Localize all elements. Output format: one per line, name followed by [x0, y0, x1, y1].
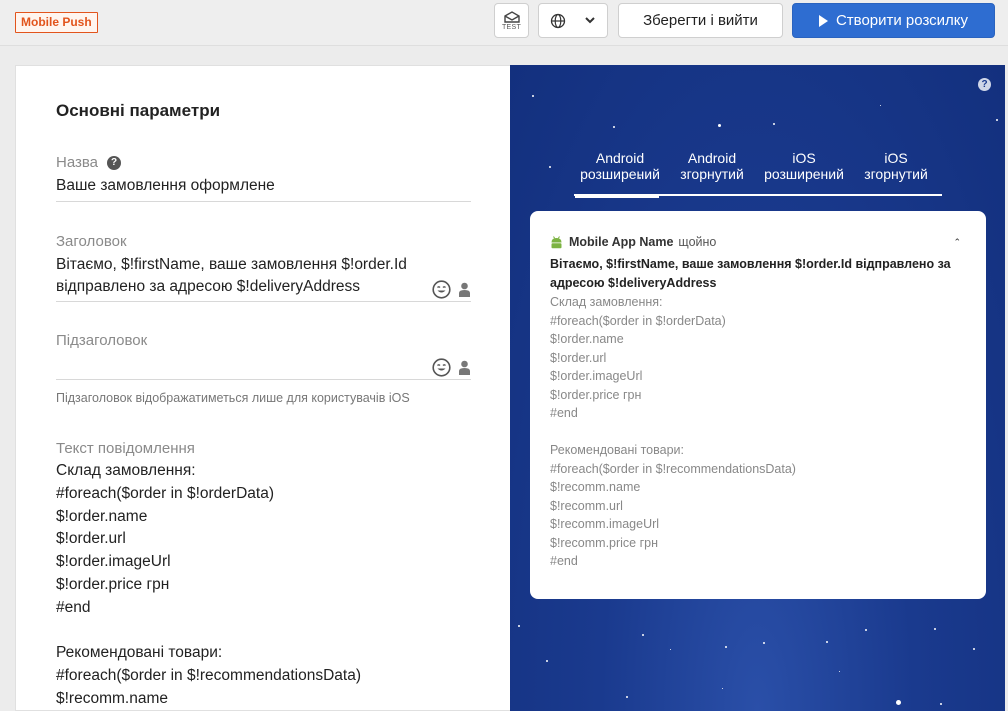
tab-label-line1: iOS — [792, 150, 816, 166]
notification-title: Вітаємо, $!firstName, ваше замовлення $!… — [550, 257, 951, 290]
name-underline — [56, 201, 471, 202]
help-icon[interactable]: ? — [978, 78, 991, 91]
star — [773, 123, 775, 125]
subtitle-label: Підзаголовок — [56, 332, 148, 349]
notification-preview-card: Mobile App Name щойно ⌃ Вітаємо, $!first… — [530, 211, 986, 599]
tab-android-collapsed[interactable]: Android згорнутий — [666, 150, 758, 194]
star — [549, 166, 551, 168]
notification-body: Склад замовлення: #foreach($order in $!o… — [550, 295, 796, 568]
tab-label-line1: iOS — [884, 150, 908, 166]
star — [642, 634, 644, 636]
subtitle-input-underline[interactable] — [56, 379, 471, 380]
star — [896, 700, 901, 705]
title-field-icons — [432, 280, 470, 299]
star — [546, 660, 548, 662]
star — [532, 95, 534, 97]
star — [826, 641, 828, 643]
collapse-icon[interactable]: ⌃ — [953, 237, 961, 248]
play-icon — [818, 14, 828, 27]
star — [626, 696, 628, 698]
star — [670, 649, 671, 650]
star — [996, 119, 998, 121]
star — [973, 648, 975, 650]
emoji-icon[interactable] — [432, 358, 451, 377]
top-toolbar: Mobile Push TEST Зберегти і вийти Створи… — [0, 0, 1008, 46]
title-line-2: відправлено за адресою $!deliveryAddress — [56, 278, 360, 295]
subtitle-hint: Підзаголовок відображатиметься лише для … — [56, 391, 410, 405]
personalization-icon[interactable] — [459, 282, 470, 297]
channel-badge: Mobile Push — [15, 12, 98, 33]
tab-label-line2: згорнутий — [864, 166, 928, 182]
name-input[interactable]: Ваше замовлення оформлене — [56, 175, 275, 197]
preview-panel: ? Android розширений Android згорнутий i… — [510, 65, 1005, 711]
tab-label-line2: згорнутий — [680, 166, 744, 182]
star — [839, 671, 840, 672]
android-icon — [551, 235, 562, 248]
tab-ios-expanded[interactable]: iOS розширений — [758, 150, 850, 194]
star — [722, 688, 723, 689]
envelope-icon — [503, 10, 520, 23]
personalization-icon[interactable] — [459, 360, 470, 375]
language-select[interactable] — [538, 3, 608, 38]
notification-time: щойно — [678, 235, 717, 249]
tab-ios-collapsed[interactable]: iOS згорнутий — [850, 150, 942, 194]
title-input[interactable]: Вітаємо, $!firstName, ваше замовлення $!… — [56, 254, 407, 298]
star — [518, 625, 520, 627]
app-name: Mobile App Name — [569, 235, 674, 249]
star — [865, 629, 867, 631]
test-label: TEST — [501, 23, 522, 31]
name-label-text: Назва — [56, 154, 99, 171]
settings-panel: Основні параметри Назва ? Ваше замовленн… — [15, 65, 510, 711]
name-label: Назва ? — [56, 154, 122, 171]
star — [880, 105, 881, 106]
create-campaign-label: Створити розсилку — [835, 12, 969, 29]
message-textarea[interactable]: Склад замовлення: #foreach($order in $!o… — [56, 460, 361, 711]
tab-android-expanded[interactable]: Android розширений — [574, 150, 666, 198]
tab-label-line2: розширений — [580, 166, 660, 182]
save-and-exit-button[interactable]: Зберегти і вийти — [618, 3, 783, 38]
star — [934, 628, 936, 630]
tab-label-line1: Android — [595, 150, 645, 166]
title-label: Заголовок — [56, 233, 127, 250]
star — [763, 642, 765, 644]
globe-icon — [550, 13, 566, 28]
tab-label-line1: Android — [687, 150, 737, 166]
chevron-down-icon — [585, 17, 595, 24]
title-underline — [56, 301, 471, 302]
test-send-button[interactable]: TEST — [494, 3, 529, 38]
star — [725, 646, 727, 648]
preview-tabs: Android розширений Android згорнутий iOS… — [574, 150, 942, 198]
section-title: Основні параметри — [56, 101, 221, 120]
message-label: Текст повідомлення — [56, 440, 195, 457]
subtitle-field-icons — [432, 358, 470, 377]
title-line-1: Вітаємо, $!firstName, ваше замовлення $!… — [56, 256, 407, 273]
tab-label-line2: розширений — [764, 166, 844, 182]
star — [940, 703, 942, 705]
star — [613, 126, 615, 128]
help-icon[interactable]: ? — [107, 155, 122, 170]
emoji-icon[interactable] — [432, 280, 451, 299]
notification-header: Mobile App Name щойно ⌃ — [550, 235, 966, 249]
create-campaign-button[interactable]: Створити розсилку — [792, 3, 995, 38]
star — [718, 124, 721, 127]
